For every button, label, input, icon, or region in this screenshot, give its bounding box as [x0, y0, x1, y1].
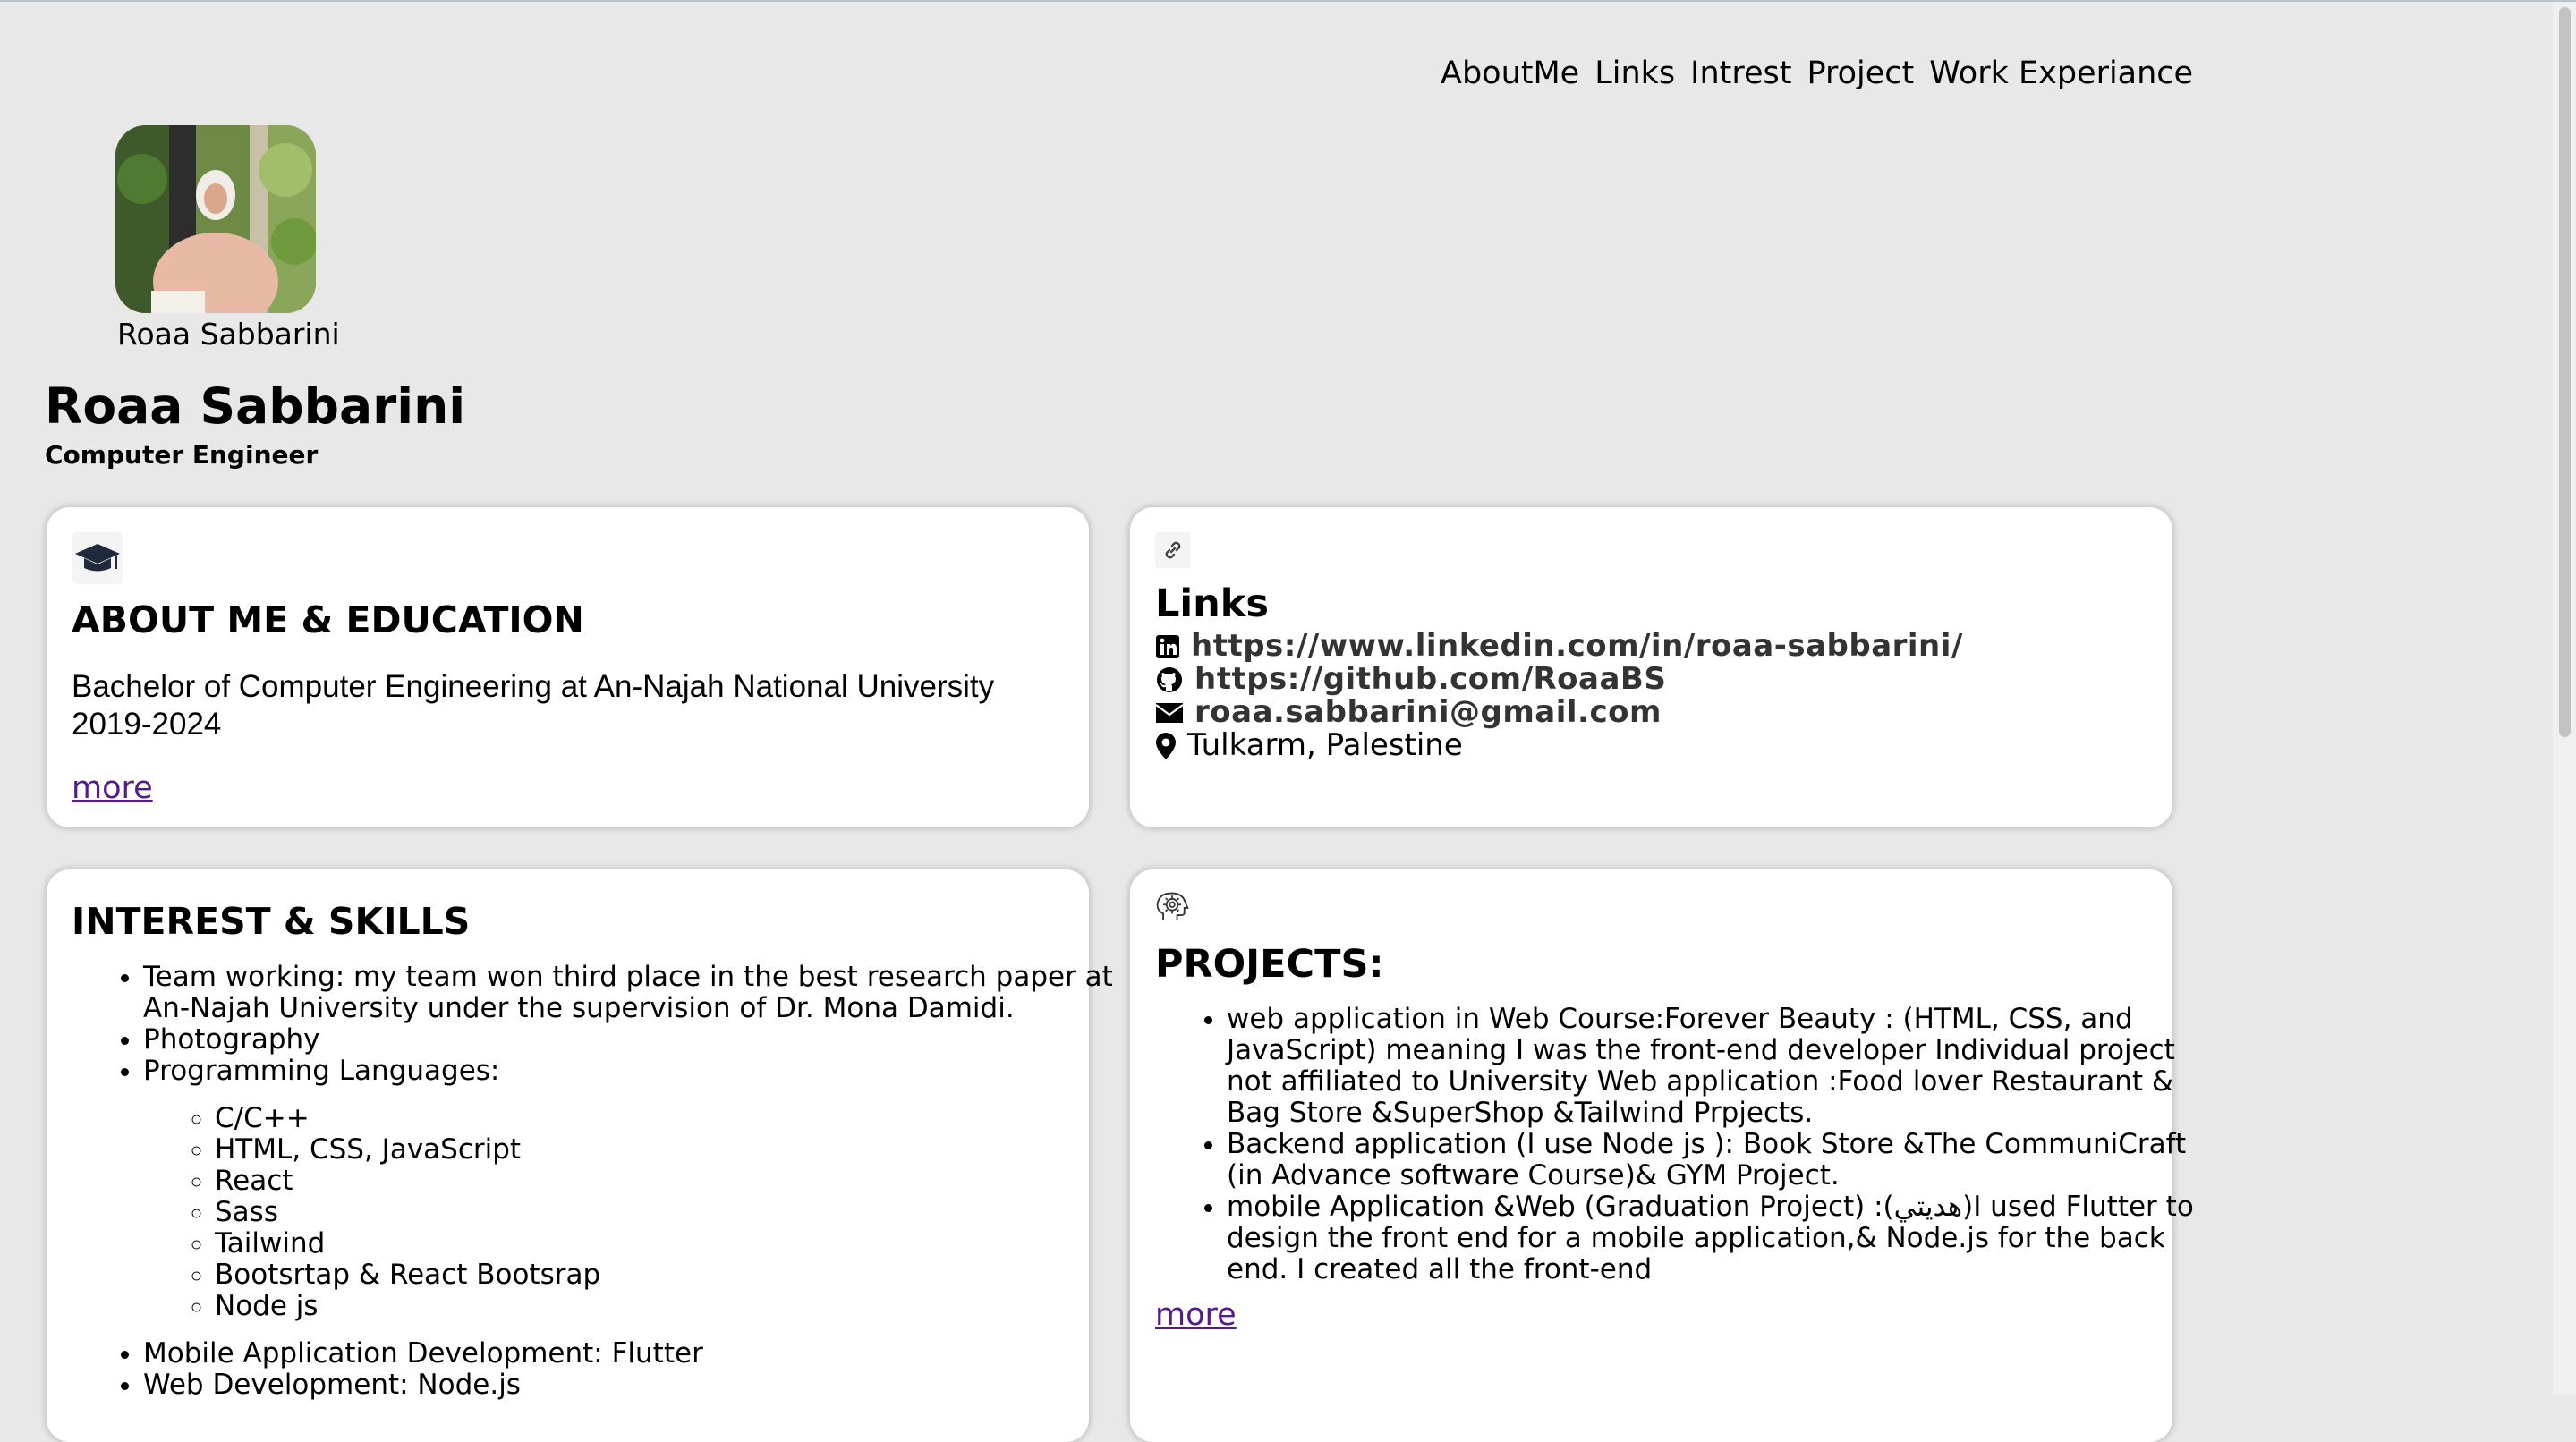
graduation-cap-icon: [72, 532, 123, 584]
projects-more-link[interactable]: more: [1155, 1296, 1237, 1334]
avatar-caption: Roaa Sabbarini: [117, 317, 340, 352]
about-heading: ABOUT ME & EDUCATION: [72, 598, 584, 641]
list-item: HTML, CSS, JavaScript: [215, 1134, 1118, 1166]
programming-languages-label: Programming Languages:: [143, 1055, 500, 1087]
links-heading: Links: [1155, 581, 1269, 626]
list-item: Programming Languages: C/C++ HTML, CSS, …: [143, 1056, 1118, 1322]
profile-photo-illustration: [115, 125, 316, 313]
nav-work-experience[interactable]: Work Experiance: [1929, 54, 2193, 93]
page-title: Roaa Sabbarini: [45, 377, 466, 435]
gear-brain-icon: [1155, 889, 1191, 925]
interest-list: Team working: my team won third place in…: [72, 962, 1118, 1401]
github-icon: [1157, 666, 1182, 692]
interest-heading: INTEREST & SKILLS: [72, 900, 471, 943]
projects-card: PROJECTS: web application in Web Course:…: [1130, 869, 2194, 1442]
location-row: Tulkarm, Palestine: [1155, 729, 1463, 762]
list-item: Tailwind: [215, 1228, 1118, 1260]
about-more-link[interactable]: more: [72, 769, 153, 807]
education-text: Bachelor of Computer Engineering at An-N…: [72, 669, 995, 742]
languages-list: C/C++ HTML, CSS, JavaScript React Sass T…: [143, 1103, 1118, 1322]
map-pin-icon: [1156, 732, 1176, 759]
list-item: Mobile Application Development: Flutter: [143, 1338, 1118, 1370]
list-item: Photography: [143, 1024, 1118, 1056]
list-item: web application in Web Course:Forever Be…: [1227, 1004, 2202, 1129]
link-icon: [1155, 532, 1191, 568]
envelope-icon: [1155, 702, 1184, 723]
nav-aboutme[interactable]: AboutMe: [1441, 54, 1579, 93]
location-text: Tulkarm, Palestine: [1187, 727, 1463, 763]
nav-interest[interactable]: Intrest: [1690, 54, 1791, 93]
projects-list: web application in Web Course:Forever Be…: [1155, 1004, 2202, 1285]
list-item: React: [215, 1166, 1118, 1197]
list-item: Team working: my team won third place in…: [143, 962, 1118, 1024]
linkedin-link[interactable]: https://www.linkedin.com/in/roaa-sabbari…: [1191, 630, 1963, 663]
linkedin-row: https://www.linkedin.com/in/roaa-sabbari…: [1155, 630, 1963, 663]
list-item: Backend application (I use Node js ): Bo…: [1227, 1129, 2202, 1192]
interest-card: INTEREST & SKILLS Team working: my team …: [47, 869, 1113, 1442]
list-item: Web Development: Node.js: [143, 1370, 1118, 1401]
nav-links[interactable]: Links: [1594, 54, 1675, 93]
list-item: Node js: [215, 1291, 1118, 1322]
projects-heading: PROJECTS:: [1155, 942, 1384, 987]
github-link[interactable]: https://github.com/RoaaBS: [1194, 663, 1666, 696]
about-card: ABOUT ME & EDUCATION Bachelor of Compute…: [47, 507, 1089, 827]
email-row: roaa.sabbarini@gmail.com: [1155, 696, 1662, 729]
list-item: Sass: [215, 1197, 1118, 1228]
scrollbar-track[interactable]: [2553, 2, 2576, 1395]
list-item: mobile Application &Web (Graduation Proj…: [1227, 1192, 2202, 1285]
links-card: Links https://www.linkedin.com/in/roaa-s…: [1130, 507, 2172, 827]
linkedin-icon: [1156, 634, 1179, 658]
top-nav: AboutMe Links Intrest Project Work Exper…: [1441, 54, 2193, 93]
list-item: Bootsrtap & React Bootsrap: [215, 1260, 1118, 1291]
github-row: https://github.com/RoaaBS: [1155, 663, 1666, 696]
page-subtitle: Computer Engineer: [45, 440, 319, 470]
email-link[interactable]: roaa.sabbarini@gmail.com: [1194, 696, 1662, 729]
list-item: C/C++: [215, 1103, 1118, 1134]
profile-photo: [115, 125, 316, 313]
nav-project[interactable]: Project: [1807, 54, 1914, 93]
scrollbar-thumb[interactable]: [2559, 7, 2571, 737]
